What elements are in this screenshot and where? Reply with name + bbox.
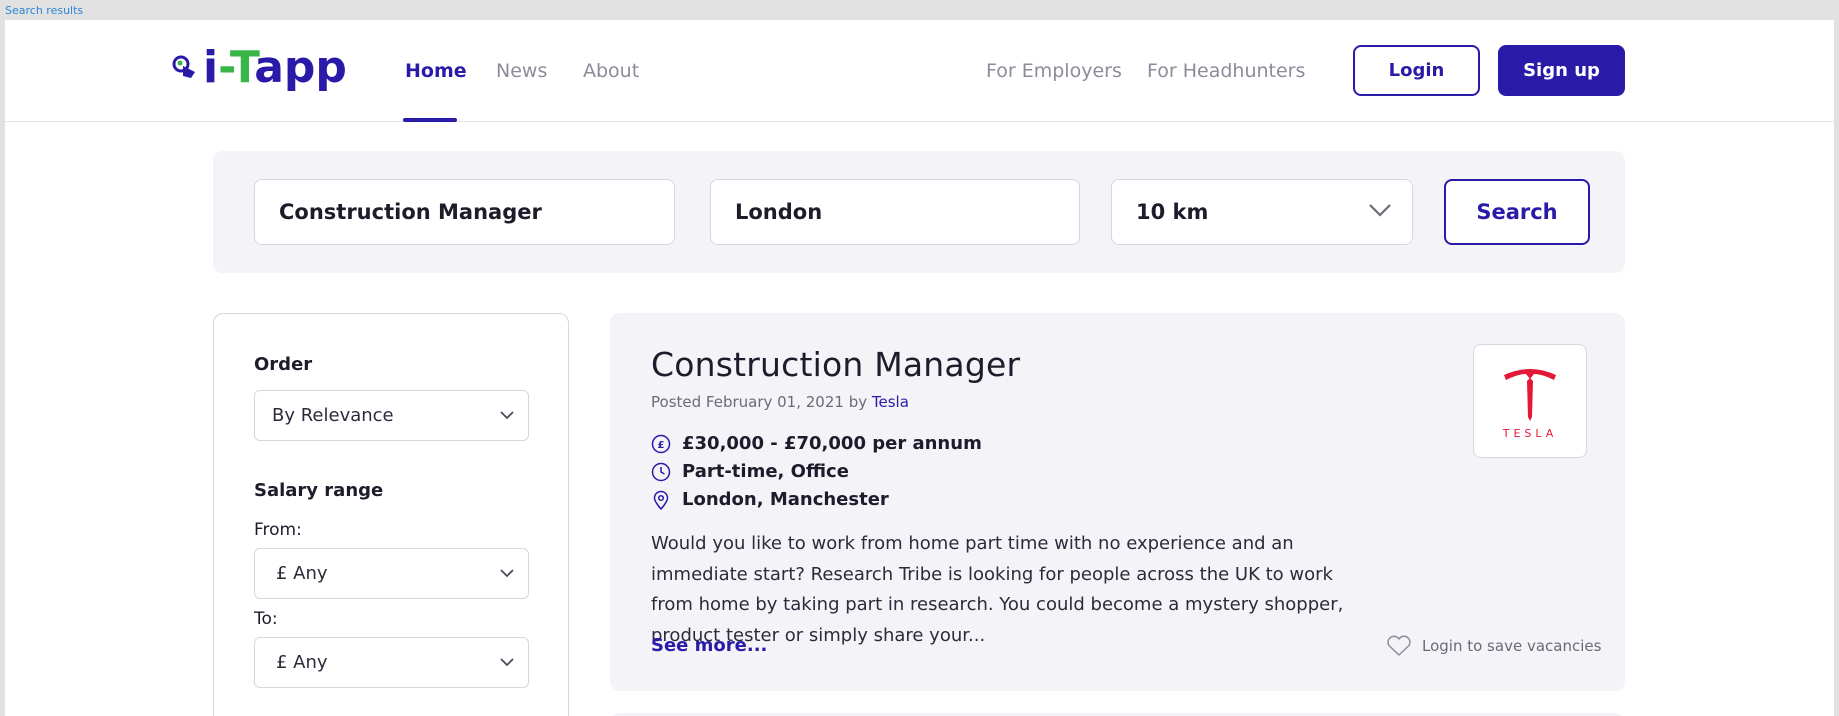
frame-label: Search results [5, 4, 84, 17]
clock-icon [651, 462, 671, 481]
pound-circle-icon: £ [651, 434, 671, 453]
nav-about[interactable]: About [583, 60, 639, 82]
logo-dash: - [218, 42, 230, 93]
job-type: Part-time, Office [651, 461, 849, 482]
order-select[interactable]: By Relevance [254, 390, 529, 441]
logo-i: i [203, 42, 219, 93]
signup-button[interactable]: Sign up [1498, 45, 1625, 96]
see-more-link[interactable]: See more... [651, 635, 767, 656]
chevron-down-icon [1369, 204, 1391, 217]
job-type-text: Part-time, Office [682, 461, 849, 482]
order-heading: Order [254, 354, 313, 375]
company-link[interactable]: Tesla [872, 393, 909, 411]
nav-home[interactable]: Home [405, 60, 467, 82]
keyword-input[interactable]: Construction Manager [254, 179, 675, 245]
tesla-logo: TESLA [1502, 369, 1558, 440]
chevron-down-icon [500, 411, 514, 420]
nav-news[interactable]: News [496, 60, 547, 82]
site-header: i-Tapp Home News About For Employers For… [5, 20, 1834, 122]
logo-t: T [229, 42, 255, 93]
from-label: From: [254, 520, 302, 540]
job-card[interactable]: Construction Manager Posted February 01,… [610, 313, 1625, 691]
company-logo[interactable]: TESLA [1473, 344, 1587, 458]
to-label: To: [254, 609, 278, 629]
job-salary: £ £30,000 - £70,000 per annum [651, 433, 982, 454]
salary-heading: Salary range [254, 480, 384, 501]
radius-value: 10 km [1136, 200, 1209, 224]
logo-hand-icon [172, 55, 195, 78]
salary-from-select[interactable]: £ Any [254, 548, 529, 599]
chevron-down-icon [500, 569, 514, 578]
search-panel: Construction Manager London 10 km Search [213, 151, 1625, 273]
heart-icon [1387, 635, 1411, 656]
search-button[interactable]: Search [1444, 179, 1590, 245]
salary-to-value: £ Any [276, 652, 328, 673]
job-title[interactable]: Construction Manager [651, 345, 1020, 384]
location-pin-icon [653, 490, 669, 510]
logo[interactable]: i-Tapp [171, 46, 347, 90]
chevron-down-icon [500, 658, 514, 667]
nav-for-headhunters[interactable]: For Headhunters [1147, 60, 1305, 82]
nav-for-employers[interactable]: For Employers [986, 60, 1122, 82]
job-location-text: London, Manchester [682, 489, 889, 510]
svg-text:£: £ [658, 440, 665, 451]
nav-active-indicator [403, 118, 457, 122]
logo-text: i-Tapp [203, 46, 347, 90]
login-button[interactable]: Login [1353, 45, 1480, 96]
save-vacancy-text: Login to save vacancies [1422, 637, 1602, 655]
radius-select[interactable]: 10 km [1111, 179, 1413, 245]
salary-to-select[interactable]: £ Any [254, 637, 529, 688]
filters-sidebar: Order By Relevance Salary range From: £ … [213, 313, 569, 716]
job-posted-text: Posted February 01, 2021 by [651, 393, 872, 411]
job-salary-text: £30,000 - £70,000 per annum [682, 433, 982, 454]
job-description: Would you like to work from home part ti… [651, 533, 1344, 646]
order-value: By Relevance [272, 405, 394, 426]
tesla-wordmark: TESLA [1502, 427, 1558, 440]
job-posted-meta: Posted February 01, 2021 by Tesla [651, 393, 909, 411]
logo-rest: app [254, 42, 347, 93]
job-location: London, Manchester [651, 489, 889, 510]
page: i-Tapp Home News About For Employers For… [5, 20, 1834, 716]
save-vacancy-link[interactable]: Login to save vacancies [1386, 635, 1601, 657]
salary-from-value: £ Any [276, 563, 328, 584]
location-input[interactable]: London [710, 179, 1080, 245]
